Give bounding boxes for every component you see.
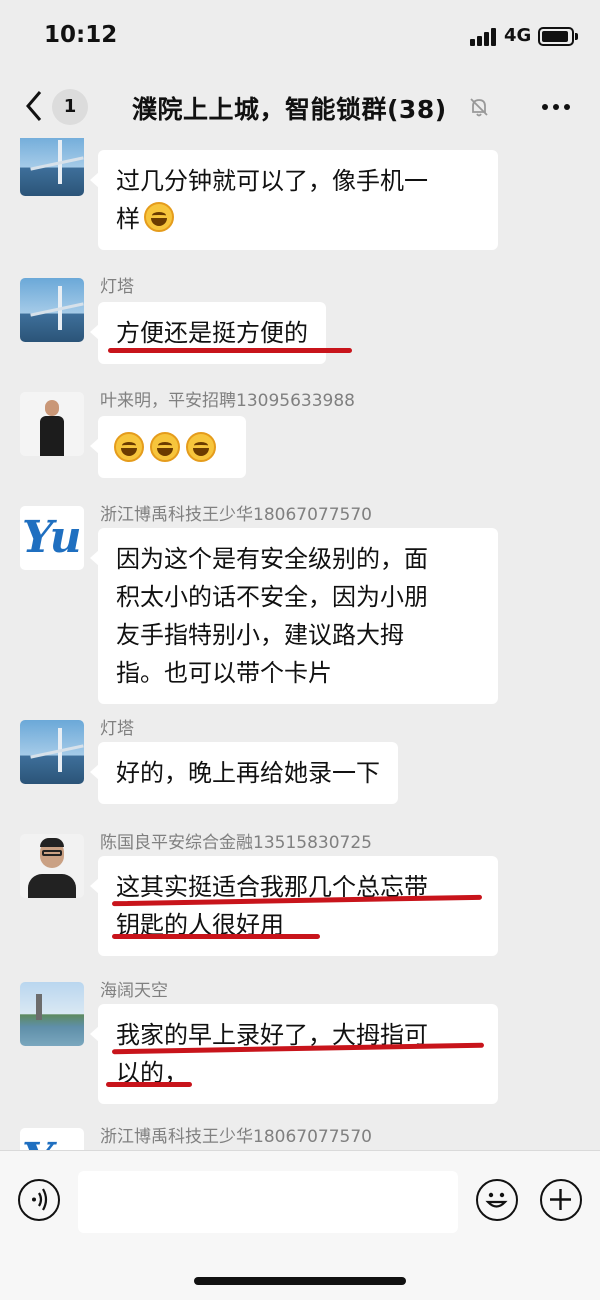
smiley-face-icon: [485, 1192, 508, 1208]
yu-logo-icon: Yu: [22, 1134, 82, 1150]
message-input[interactable]: [78, 1171, 458, 1233]
sender-name: 灯塔: [100, 719, 134, 739]
message-bubble[interactable]: 好的，晚上再给她录一下: [90, 742, 398, 804]
sender-name: 海阔天空: [100, 981, 168, 1001]
signal-icon: [470, 28, 498, 46]
more-dots-icon[interactable]: [540, 104, 572, 112]
yu-logo-icon: Yu: [22, 512, 82, 563]
avatar[interactable]: [20, 278, 84, 342]
annotation-underline: [108, 348, 352, 353]
message-bubble[interactable]: 这其实挺适合我那几个总忘带 钥匙的人很好用: [90, 856, 498, 956]
avatar[interactable]: Yu: [20, 1128, 84, 1150]
chat-title: 濮院上上城，智能锁群(38): [132, 95, 447, 124]
voice-wave-icon: [32, 1188, 48, 1211]
message-bubble[interactable]: 我家的早上录好了，大拇指可 以的，: [90, 1004, 498, 1104]
sender-name: 叶来明，平安招聘13095633988: [100, 391, 355, 411]
chat-header: 1 濮院上上城，智能锁群(38): [0, 74, 600, 138]
sender-name: 浙江博禹科技王少华18067077570: [100, 505, 372, 525]
status-time: 10:12: [44, 22, 118, 48]
network-label: 4G: [504, 25, 532, 46]
avatar[interactable]: [20, 834, 84, 898]
avatar[interactable]: [20, 720, 84, 784]
grinning-emoji-icon: [186, 432, 216, 462]
annotation-underline: [106, 1082, 192, 1087]
sender-name: 灯塔: [100, 277, 134, 297]
battery-icon: [538, 27, 578, 46]
message-text: 指。也可以带个卡片: [116, 659, 332, 687]
plus-icon[interactable]: [540, 1179, 582, 1221]
message-bubble[interactable]: 过几分钟就可以了，像手机一 样: [90, 150, 498, 250]
avatar[interactable]: [20, 982, 84, 1046]
message-list[interactable]: 过几分钟就可以了，像手机一 样 灯塔 方便还是挺方便的 叶来明，平安招聘1309…: [0, 138, 600, 1150]
grinning-squint-emoji-icon: [144, 202, 174, 232]
smiley-icon[interactable]: [476, 1179, 518, 1221]
input-bar: [0, 1150, 600, 1300]
message-text: 方便还是挺方便的: [116, 319, 308, 347]
avatar[interactable]: [20, 138, 84, 196]
sender-name: 浙江博禹科技王少华18067077570: [100, 1127, 372, 1147]
status-bar: 10:12 4G: [0, 0, 600, 74]
plus-sign-icon: [550, 1189, 571, 1210]
voice-icon[interactable]: [18, 1179, 60, 1221]
grinning-emoji-icon: [150, 432, 180, 462]
unread-badge[interactable]: 1: [52, 89, 88, 125]
avatar[interactable]: [20, 392, 84, 456]
message-text: 因为这个是有安全级别的，面: [116, 545, 428, 573]
message-bubble[interactable]: [90, 416, 246, 478]
message-text: 好的，晚上再给她录一下: [116, 759, 380, 787]
message-text: 友手指特别小，建议路大拇: [116, 621, 404, 649]
message-bubble[interactable]: 因为这个是有安全级别的，面 积太小的话不安全，因为小朋 友手指特别小，建议路大拇…: [90, 528, 498, 704]
sender-name: 陈国良平安综合金融13515830725: [100, 833, 372, 853]
home-indicator[interactable]: [194, 1277, 406, 1285]
grinning-emoji-icon: [114, 432, 144, 462]
bell-slash-icon: [470, 98, 488, 117]
message-text: 积太小的话不安全，因为小朋: [116, 583, 428, 611]
message-text: 样: [116, 205, 140, 233]
message-text: 过几分钟就可以了，像手机一: [116, 167, 428, 195]
chevron-left-icon[interactable]: [20, 86, 50, 126]
annotation-underline: [112, 934, 320, 939]
avatar[interactable]: Yu: [20, 506, 84, 570]
message-bubble[interactable]: 方便还是挺方便的: [90, 302, 326, 364]
